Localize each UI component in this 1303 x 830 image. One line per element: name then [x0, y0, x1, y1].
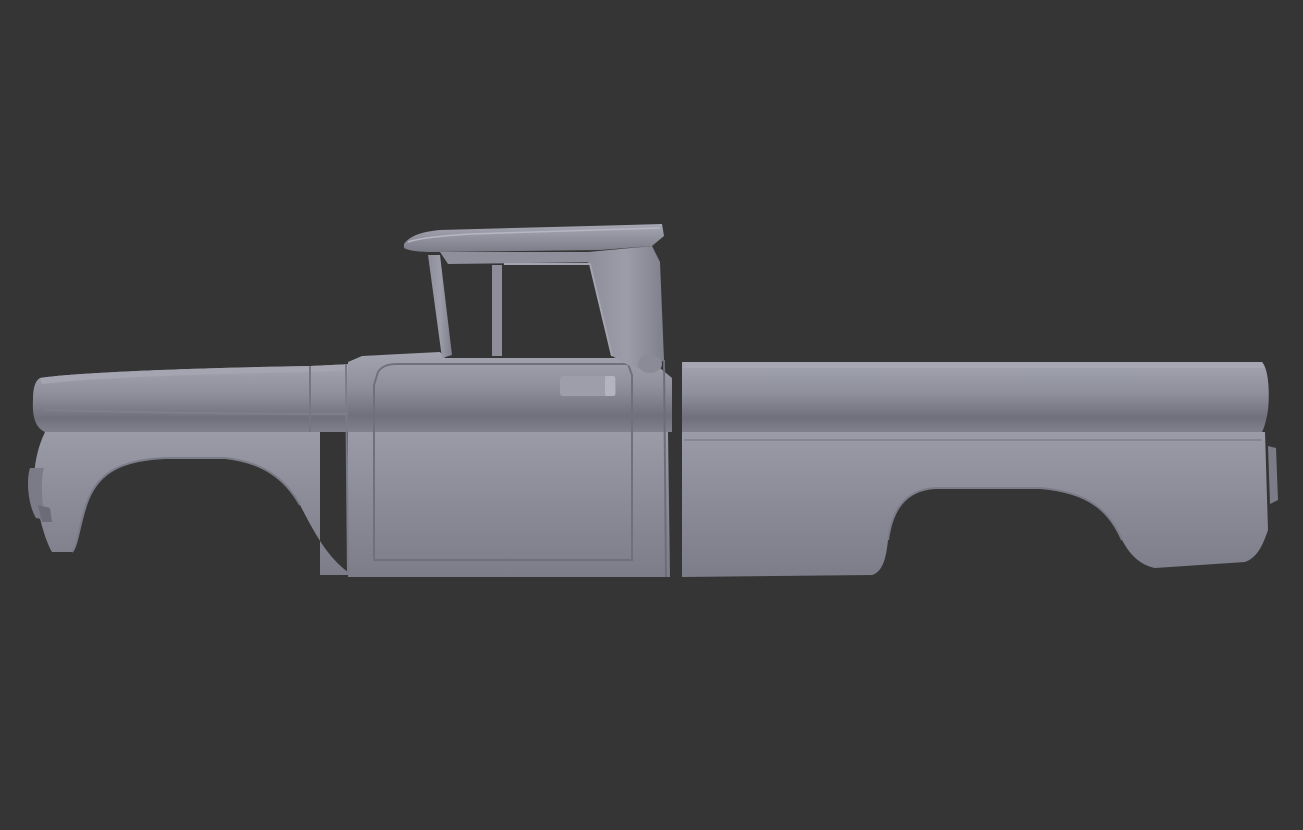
cab-body: [309, 352, 672, 578]
front-fender: [28, 432, 352, 575]
cab-roof: [404, 224, 664, 252]
vent-window: [456, 266, 492, 354]
truck-render: [28, 224, 1278, 578]
hood-rail: [32, 364, 353, 432]
cab-greenhouse: [404, 224, 664, 373]
3d-viewport[interactable]: [0, 0, 1303, 830]
truck-bed: [675, 362, 1278, 577]
